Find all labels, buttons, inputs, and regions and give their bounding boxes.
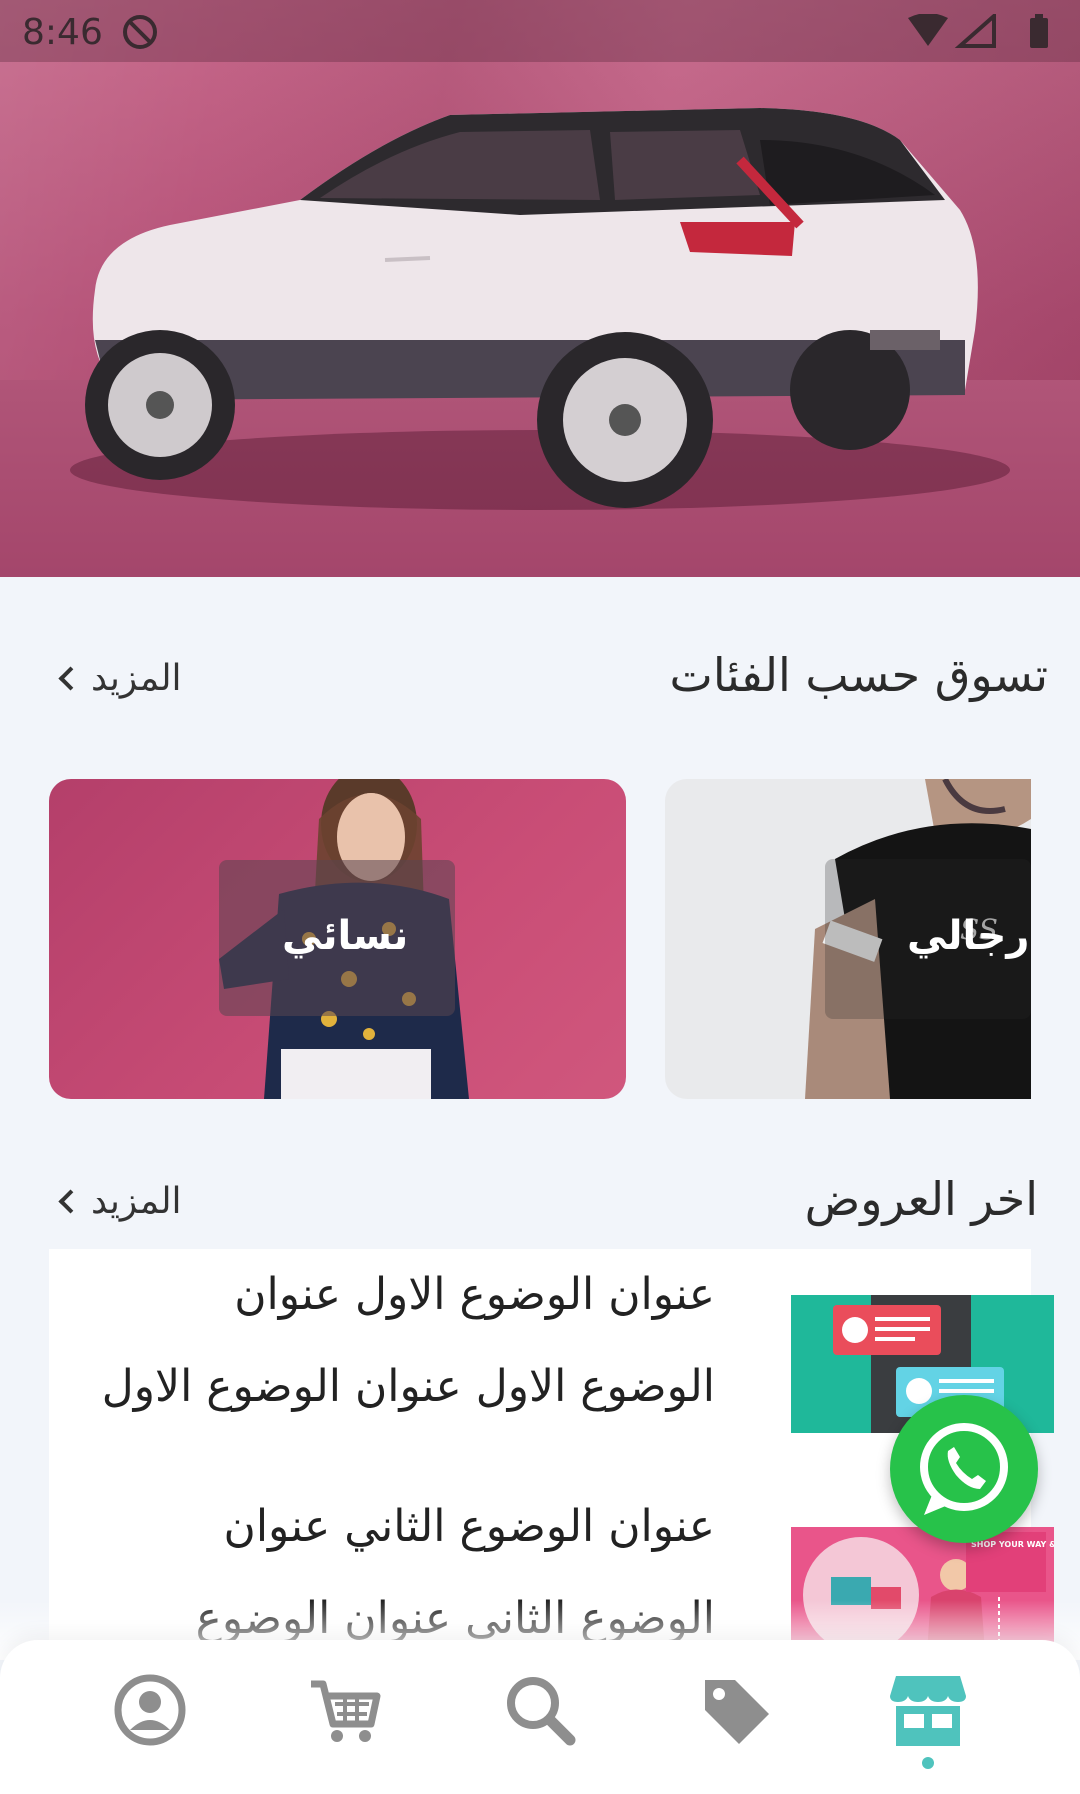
nav-cart[interactable] <box>305 1670 385 1750</box>
search-icon <box>507 1677 576 1746</box>
store-icon <box>890 1676 966 1746</box>
category-label-men: رجالي <box>907 913 1030 959</box>
category-card-women[interactable]: نسائي <box>49 779 626 1099</box>
category-label-women: نسائي <box>282 913 409 959</box>
offer-item-1[interactable]: عنوان الوضوع الاول عنوان الوضوع الاول عن… <box>49 1249 1054 1469</box>
categories-more-link[interactable]: المزيد <box>58 658 182 699</box>
nav-profile[interactable] <box>110 1670 190 1750</box>
nav-offers[interactable] <box>695 1670 775 1750</box>
whatsapp-button[interactable] <box>890 1395 1038 1543</box>
nav-store[interactable] <box>888 1670 968 1750</box>
status-bar: 8:46 <box>0 0 1080 62</box>
active-tab-indicator <box>922 1757 934 1769</box>
do-not-disturb-icon <box>123 15 157 49</box>
hero-banner[interactable] <box>0 0 1080 577</box>
hero-car-image <box>70 108 1010 510</box>
profile-icon <box>114 1674 186 1746</box>
signal-icon <box>954 14 996 48</box>
offers-more-link[interactable]: المزيد <box>58 1181 182 1222</box>
whatsapp-icon <box>920 1423 1008 1515</box>
offer-title-1: عنوان الوضوع الاول عنوان الوضوع الاول عن… <box>101 1269 715 1412</box>
battery-icon <box>1030 18 1048 48</box>
category-card-men[interactable]: SS رجالي <box>665 779 1031 1099</box>
chevron-left-icon <box>58 1189 83 1214</box>
categories-title: تسوق حسب الفئات <box>669 648 1048 702</box>
cart-icon <box>311 1680 381 1742</box>
status-time: 8:46 <box>22 12 103 53</box>
nav-search[interactable] <box>500 1670 580 1750</box>
offers-list: عنوان الوضوع الاول عنوان الوضوع الاول عن… <box>49 1249 1054 1665</box>
tag-icon <box>705 1680 769 1744</box>
more-label: المزيد <box>91 658 182 699</box>
offers-title: اخر العروض <box>804 1172 1038 1226</box>
status-icons <box>908 14 1048 48</box>
chevron-left-icon <box>58 666 83 691</box>
more-label: المزيد <box>91 1181 182 1222</box>
wifi-icon <box>908 14 948 46</box>
bottom-navigation <box>0 1640 1080 1794</box>
